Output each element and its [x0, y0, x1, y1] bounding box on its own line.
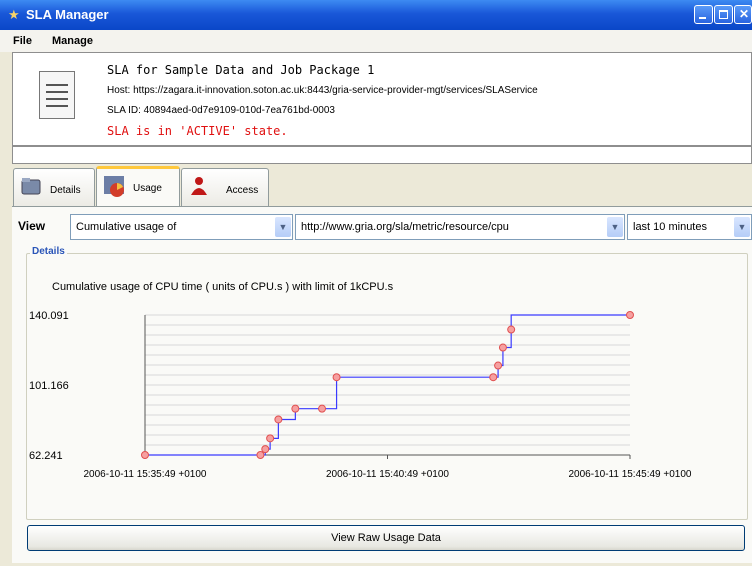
y-tick-label: 140.091: [29, 310, 69, 322]
y-tick-label: 101.166: [29, 380, 69, 392]
data-point: [498, 343, 507, 352]
data-point: [626, 311, 634, 319]
data-point: [489, 373, 498, 382]
data-point: [266, 434, 275, 443]
data-point: [332, 373, 341, 382]
data-point: [318, 404, 327, 413]
data-point: [274, 415, 283, 424]
data-point: [291, 404, 300, 413]
usage-chart: 140.091 101.166 62.241 2006-10-11 15:35:49 …: [29, 310, 692, 480]
x-tick-label: 2006-10-11 15:40:49 +0100: [326, 469, 449, 480]
data-point: [261, 445, 270, 454]
x-tick-label: 2006-10-11 15:45:49 +0100: [569, 469, 692, 480]
data-point: [494, 361, 503, 370]
data-point: [141, 451, 149, 459]
view-raw-usage-button[interactable]: View Raw Usage Data: [27, 525, 745, 551]
y-tick-label: 62.241: [29, 450, 63, 462]
data-point: [507, 325, 516, 334]
data-point: [256, 451, 265, 459]
x-tick-label: 2006-10-11 15:35:49 +0100: [84, 469, 207, 480]
